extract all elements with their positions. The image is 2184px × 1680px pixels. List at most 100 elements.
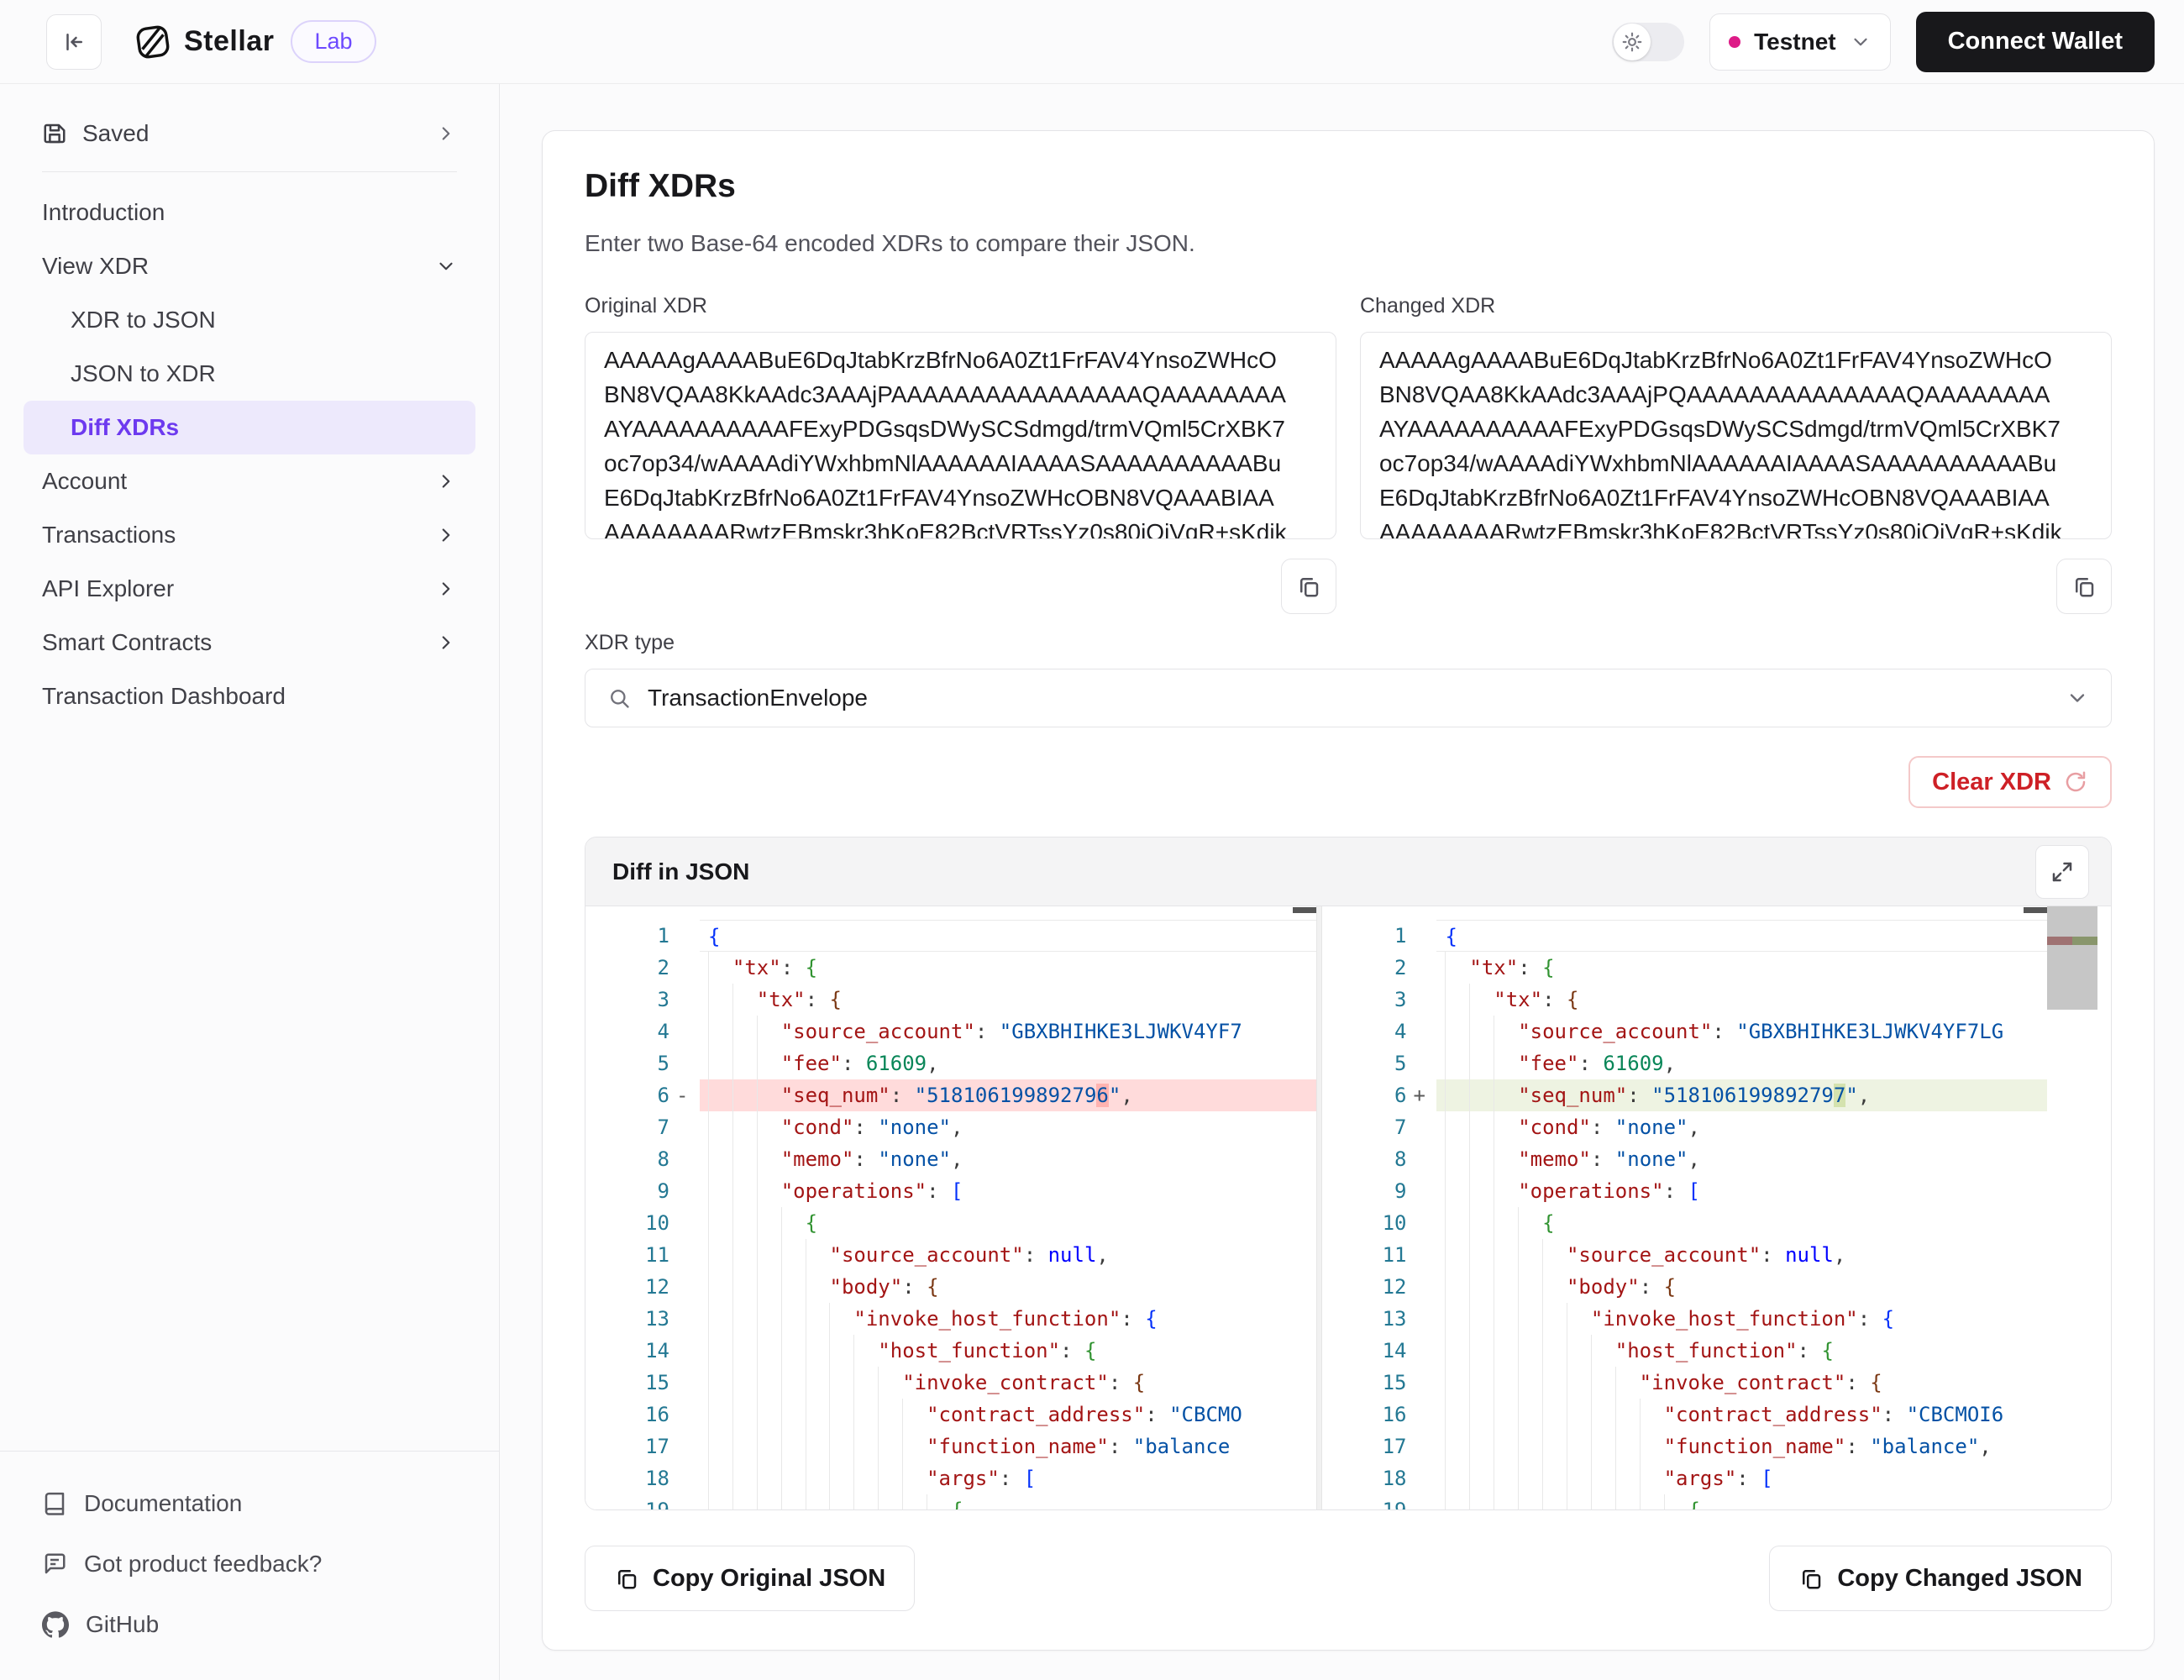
changed-xdr-input[interactable] xyxy=(1360,332,2112,539)
sidebar-item-diff-xdrs[interactable]: Diff XDRs xyxy=(24,401,475,454)
sidebar-item-label: XDR to JSON xyxy=(71,307,457,333)
sidebar-item-label: JSON to XDR xyxy=(71,360,457,387)
indent-guide xyxy=(853,1494,854,1509)
indent-guide xyxy=(708,1175,709,1207)
xdr-type-value: TransactionEnvelope xyxy=(648,685,2049,711)
indent-guide xyxy=(757,1016,758,1047)
indent-guide xyxy=(732,1143,733,1175)
theme-toggle[interactable] xyxy=(1612,23,1684,61)
line-number: 5 xyxy=(1322,1047,1406,1079)
code-line-content: "function_name": "balance xyxy=(700,1431,1316,1462)
indent-guide xyxy=(708,952,709,984)
sidebar-footer-documentation[interactable]: Documentation xyxy=(42,1473,457,1534)
scrollbar-thumb[interactable] xyxy=(1293,907,1316,913)
expand-diff-button[interactable] xyxy=(2035,845,2089,899)
sidebar-item-label: Saved xyxy=(82,120,435,147)
code-line: 7 "cond": "none", xyxy=(585,1111,1316,1143)
code-line-content: { xyxy=(1436,920,2047,952)
sidebar-item-introduction[interactable]: Introduction xyxy=(24,186,475,239)
copy-original-json-label: Copy Original JSON xyxy=(653,1565,885,1593)
original-xdr-field: Original XDR xyxy=(585,294,1336,614)
indent-guide xyxy=(1469,1431,1470,1462)
clear-xdr-button[interactable]: Clear XDR xyxy=(1908,756,2112,808)
indent-guide xyxy=(902,1431,903,1462)
indent-guide xyxy=(732,1207,733,1239)
diff-pane-original[interactable]: 1{2 "tx": {3 "tx": {4 "source_account": … xyxy=(585,906,1316,1509)
indent-guide xyxy=(853,1399,854,1431)
code-line: 5 "fee": 61609, xyxy=(585,1047,1316,1079)
sidebar-item-xdr-to-json[interactable]: XDR to JSON xyxy=(24,293,475,347)
sidebar-footer-got-product-feedback-[interactable]: Got product feedback? xyxy=(42,1534,457,1594)
indent-guide xyxy=(1445,1079,1446,1111)
sidebar-item-label: Transaction Dashboard xyxy=(42,683,457,710)
indent-guide xyxy=(1445,1494,1446,1509)
indent-guide xyxy=(829,1399,830,1431)
indent-guide xyxy=(829,1494,830,1509)
code-line-content: "tx": { xyxy=(700,952,1316,984)
sidebar-footer-github[interactable]: GitHub xyxy=(42,1594,457,1655)
indent-guide xyxy=(1518,1335,1519,1367)
indent-guide xyxy=(878,1462,879,1494)
copy-original-json-button[interactable]: Copy Original JSON xyxy=(585,1546,915,1611)
indent-guide xyxy=(1469,1462,1470,1494)
sidebar-item-view-xdr[interactable]: View XDR xyxy=(24,239,475,293)
code-line: 4 "source_account": "GBXBHIHKE3LJWKV4YF7… xyxy=(1322,1016,2047,1047)
line-number: 16 xyxy=(1322,1399,1406,1431)
indent-guide xyxy=(902,1494,903,1509)
diff-marker xyxy=(669,1303,700,1335)
code-line-content: "tx": { xyxy=(1436,952,2047,984)
ruler-viewport-thumb[interactable] xyxy=(2047,906,2097,1010)
diff-marker xyxy=(669,1271,700,1303)
sidebar-item-transaction-dashboard[interactable]: Transaction Dashboard xyxy=(24,669,475,723)
indent-guide xyxy=(1445,1111,1446,1143)
indent-guide xyxy=(1445,1207,1446,1239)
code-line: 14 "host_function": { xyxy=(585,1335,1316,1367)
code-line: 14 "host_function": { xyxy=(1322,1335,2047,1367)
sidebar-item-json-to-xdr[interactable]: JSON to XDR xyxy=(24,347,475,401)
sidebar-item-transactions[interactable]: Transactions xyxy=(24,508,475,562)
diff-marker xyxy=(669,1494,700,1509)
diff-overview-ruler[interactable] xyxy=(2047,906,2111,1509)
pane-divider[interactable] xyxy=(1316,906,1323,1509)
scrollbar-thumb[interactable] xyxy=(2024,907,2047,913)
diff-pane-changed[interactable]: 1{2 "tx": {3 "tx": {4 "source_account": … xyxy=(1322,906,2047,1509)
indent-guide xyxy=(732,1431,733,1462)
original-xdr-input[interactable] xyxy=(585,332,1336,539)
brand[interactable]: Stellar xyxy=(134,23,274,61)
code-line: 13 "invoke_host_function": { xyxy=(585,1303,1316,1335)
diff-editor: 1{2 "tx": {3 "tx": {4 "source_account": … xyxy=(585,906,2111,1509)
copy-changed-xdr-button[interactable] xyxy=(2056,559,2112,614)
search-icon xyxy=(607,686,631,710)
line-number: 12 xyxy=(585,1271,669,1303)
indent-guide xyxy=(1591,1462,1592,1494)
copy-changed-json-button[interactable]: Copy Changed JSON xyxy=(1769,1546,2112,1611)
sidebar-item-saved[interactable]: Saved xyxy=(24,108,475,160)
indent-guide xyxy=(781,1303,782,1335)
indent-guide xyxy=(757,1462,758,1494)
indent-guide xyxy=(1640,1399,1641,1431)
code-line-content: "args": [ xyxy=(700,1462,1316,1494)
network-select[interactable]: Testnet xyxy=(1709,13,1891,71)
indent-guide xyxy=(1445,952,1446,984)
indent-guide xyxy=(757,1303,758,1335)
sidebar-collapse-button[interactable] xyxy=(46,14,102,70)
indent-guide xyxy=(1640,1431,1641,1462)
sidebar-item-api-explorer[interactable]: API Explorer xyxy=(24,562,475,616)
copy-original-xdr-button[interactable] xyxy=(1281,559,1336,614)
connect-wallet-button[interactable]: Connect Wallet xyxy=(1916,12,2155,72)
code-line: 15 "invoke_contract": { xyxy=(1322,1367,2047,1399)
code-line: 13 "invoke_host_function": { xyxy=(1322,1303,2047,1335)
sidebar-item-smart-contracts[interactable]: Smart Contracts xyxy=(24,616,475,669)
code-line-content: "seq_num": "518106199892796", xyxy=(700,1079,1316,1111)
code-line: 1{ xyxy=(1322,920,2047,952)
sidebar-item-account[interactable]: Account xyxy=(24,454,475,508)
indent-guide xyxy=(757,1079,758,1111)
chevron-right-icon xyxy=(435,123,457,144)
indent-guide xyxy=(878,1431,879,1462)
indent-guide xyxy=(708,1239,709,1271)
indent-guide xyxy=(781,1239,782,1271)
code-line-content: "tx": { xyxy=(700,984,1316,1016)
code-line-content: "source_account": "GBXBHIHKE3LJWKV4YF7LG xyxy=(1436,1016,2047,1047)
indent-guide xyxy=(878,1367,879,1399)
xdr-type-select[interactable]: TransactionEnvelope xyxy=(585,669,2112,727)
